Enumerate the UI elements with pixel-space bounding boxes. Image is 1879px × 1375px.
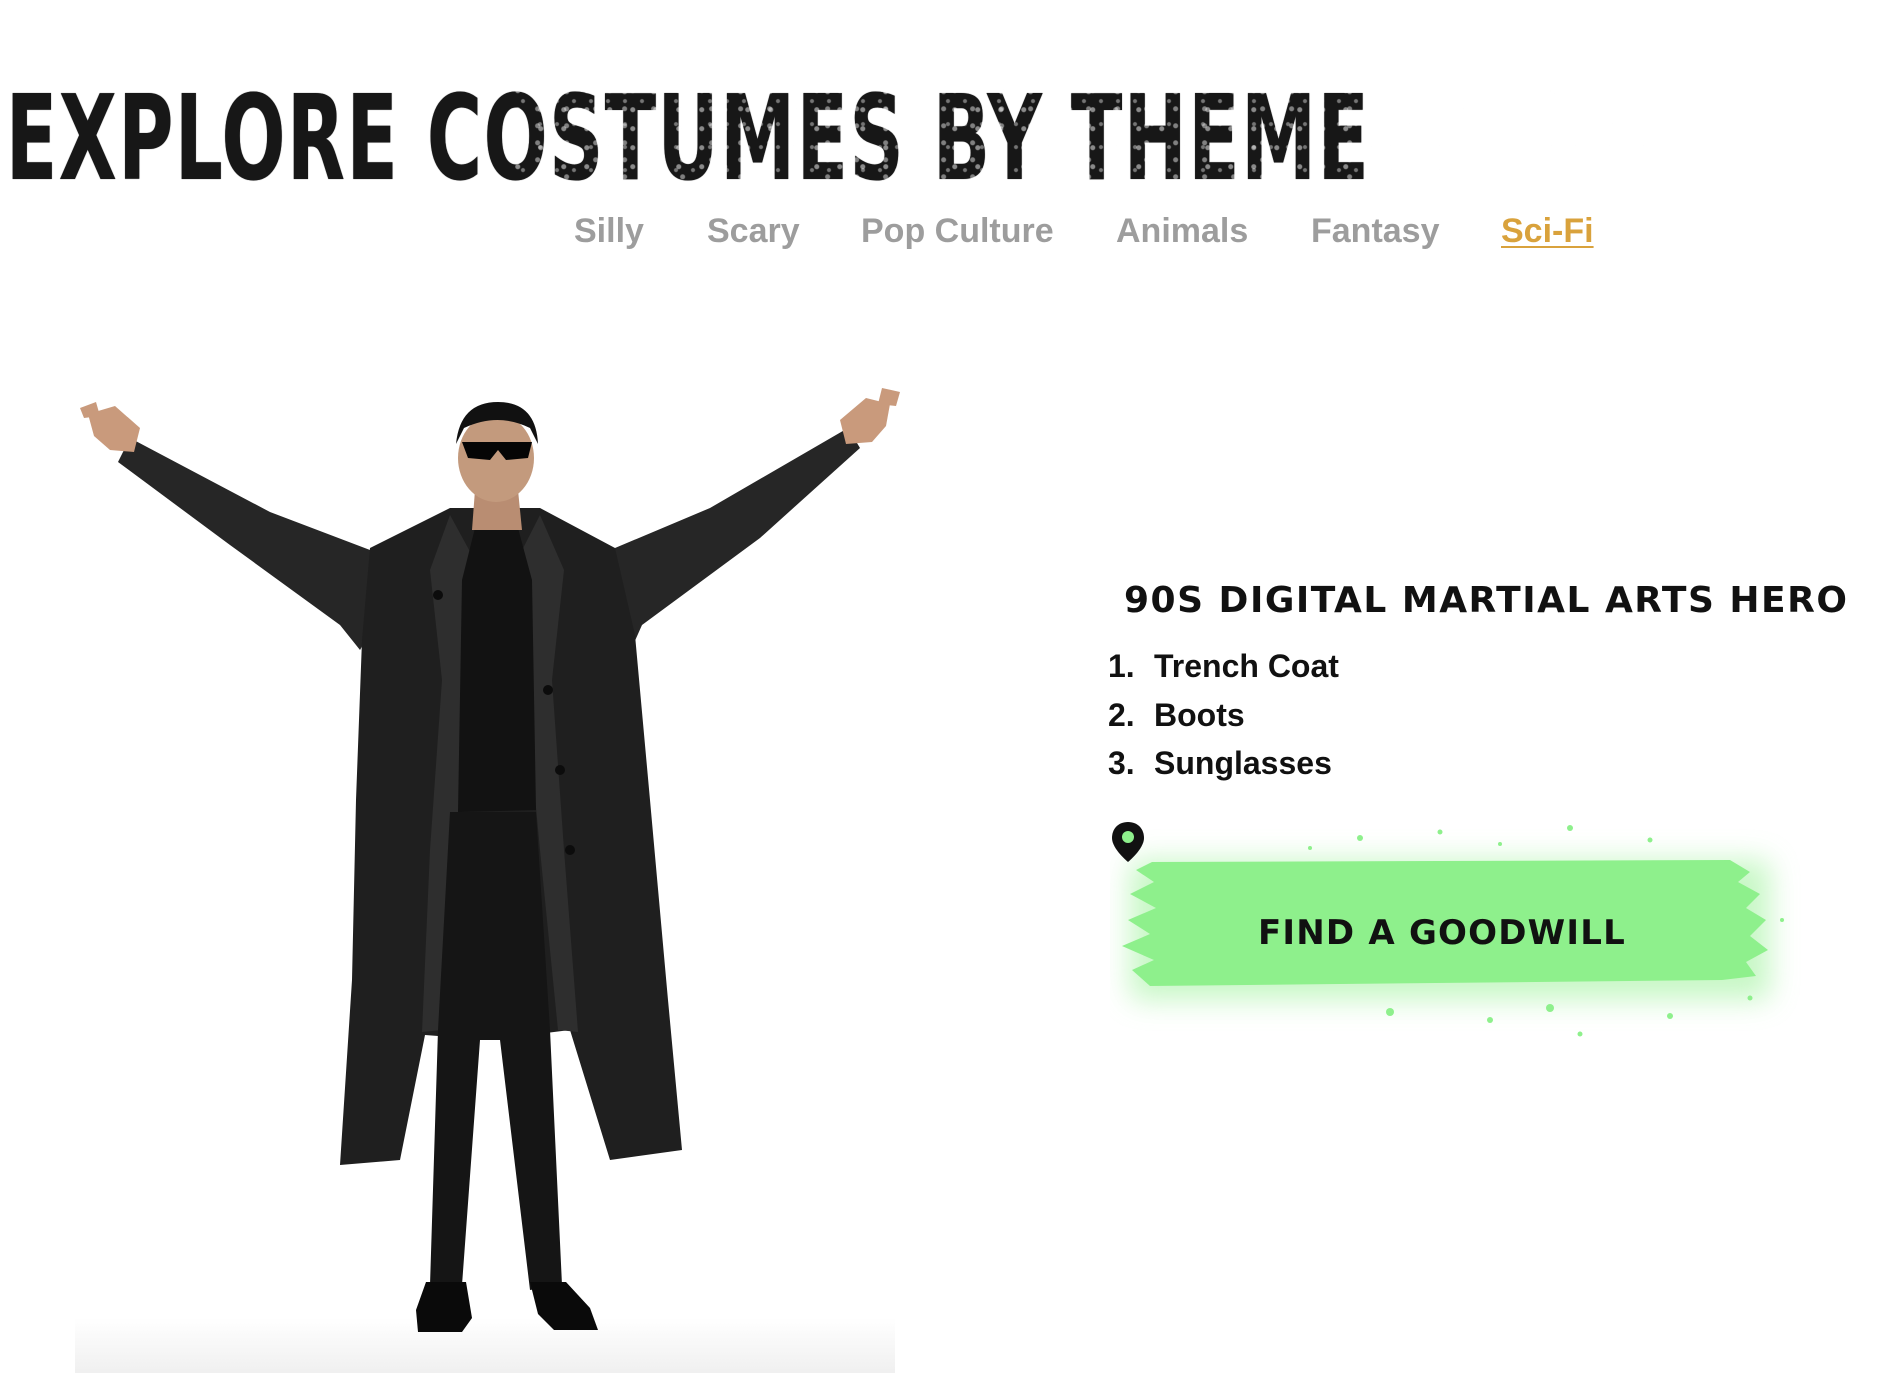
find-a-goodwill-button[interactable]: FIND A GOODWILL bbox=[1110, 820, 1810, 1060]
theme-link-fantasy[interactable]: Fantasy bbox=[1311, 210, 1440, 252]
list-item: 2. Boots bbox=[1108, 691, 1339, 740]
left-sleeve bbox=[118, 438, 400, 650]
item-label: Boots bbox=[1154, 696, 1245, 733]
item-label: Trench Coat bbox=[1154, 648, 1339, 684]
right-hand bbox=[840, 398, 890, 444]
item-number: 2. bbox=[1108, 696, 1135, 733]
page-title: EXPLORE COSTUMES BY THEME bbox=[5, 69, 1371, 207]
map-pin-icon bbox=[1112, 822, 1144, 862]
theme-link-animals[interactable]: Animals bbox=[1116, 210, 1248, 252]
dark-shirt bbox=[458, 528, 536, 812]
item-number: 3. bbox=[1108, 745, 1135, 781]
theme-link-scary[interactable]: Scary bbox=[707, 210, 800, 252]
left-boot bbox=[416, 1282, 472, 1332]
theme-link-pop-culture[interactable]: Pop Culture bbox=[861, 210, 1054, 252]
costume-item-list: 1. Trench Coat 2. Boots 3. Sunglasses bbox=[1108, 642, 1339, 788]
right-boot bbox=[530, 1282, 598, 1330]
item-label: Sunglasses bbox=[1154, 745, 1332, 781]
theme-link-sci-fi[interactable]: Sci-Fi bbox=[1501, 210, 1594, 252]
list-item: 3. Sunglasses bbox=[1108, 739, 1339, 788]
costume-photo bbox=[80, 388, 900, 1332]
theme-nav: Silly Scary Pop Culture Animals Fantasy … bbox=[0, 210, 1879, 260]
find-a-goodwill-label: FIND A GOODWILL bbox=[1258, 913, 1626, 953]
item-number: 1. bbox=[1108, 648, 1135, 684]
theme-link-silly[interactable]: Silly bbox=[574, 210, 644, 252]
costume-name: 90S DIGITAL MARTIAL ARTS HERO bbox=[1124, 580, 1849, 621]
list-item: 1. Trench Coat bbox=[1108, 642, 1339, 691]
